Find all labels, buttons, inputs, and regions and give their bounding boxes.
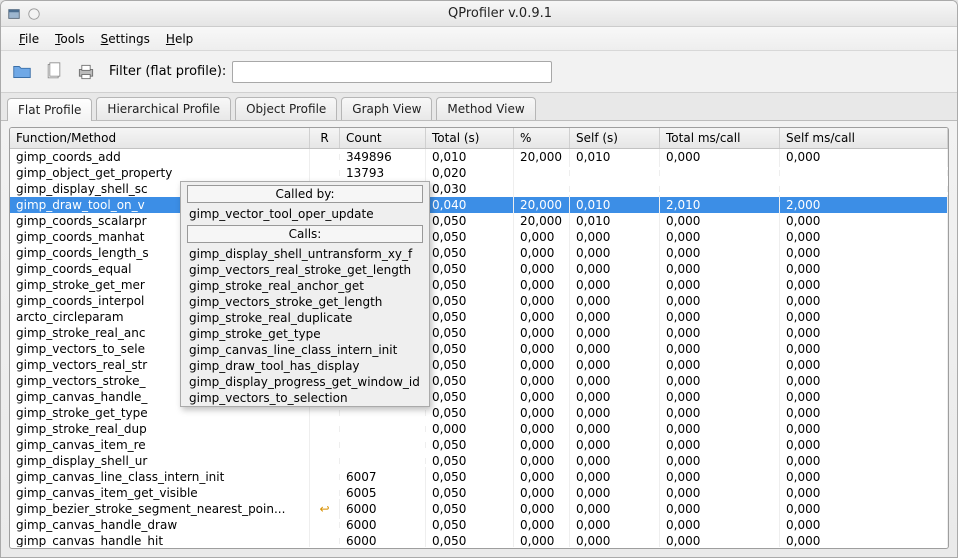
th-count[interactable]: Count bbox=[340, 128, 426, 148]
app-window: QProfiler v.0.9.1 FileToolsSettingsHelp … bbox=[0, 0, 958, 558]
filter-label: Filter (flat profile): bbox=[109, 64, 226, 79]
tab-method-view[interactable]: Method View bbox=[436, 97, 535, 120]
app-icon bbox=[7, 7, 21, 21]
calls-header: Calls: bbox=[187, 225, 423, 243]
tabbar: Flat ProfileHierarchical ProfileObject P… bbox=[1, 93, 957, 121]
window-circle-icon[interactable] bbox=[27, 7, 41, 21]
calls-item[interactable]: gimp_display_progress_get_window_id bbox=[181, 374, 429, 390]
tab-hierarchical-profile[interactable]: Hierarchical Profile bbox=[96, 97, 231, 120]
tab-flat-profile[interactable]: Flat Profile bbox=[7, 98, 92, 121]
toolbar: Filter (flat profile): bbox=[1, 51, 957, 93]
called-by-header: Called by: bbox=[187, 185, 423, 203]
table-row[interactable]: gimp_canvas_handle_hit60000,0500,0000,00… bbox=[10, 533, 948, 547]
th-total[interactable]: Total (s) bbox=[426, 128, 514, 148]
called-by-list: gimp_vector_tool_oper_update bbox=[181, 206, 429, 222]
table: Function/Method R Count Total (s) % Self… bbox=[9, 127, 949, 549]
menu-tools[interactable]: Tools bbox=[47, 29, 93, 49]
recursive-icon: ↩ bbox=[319, 502, 331, 514]
th-pct[interactable]: % bbox=[514, 128, 570, 148]
th-selfms[interactable]: Self ms/call bbox=[780, 128, 948, 148]
menu-settings[interactable]: Settings bbox=[93, 29, 158, 49]
called-by-item[interactable]: gimp_vector_tool_oper_update bbox=[181, 206, 429, 222]
calls-item[interactable]: gimp_vectors_stroke_get_length bbox=[181, 294, 429, 310]
th-self[interactable]: Self (s) bbox=[570, 128, 660, 148]
filter-input[interactable] bbox=[232, 61, 552, 83]
calls-item[interactable]: gimp_display_shell_untransform_xy_f bbox=[181, 246, 429, 262]
calls-list: gimp_display_shell_untransform_xy_fgimp_… bbox=[181, 246, 429, 406]
print-icon[interactable] bbox=[73, 59, 99, 85]
titlebar[interactable]: QProfiler v.0.9.1 bbox=[1, 1, 957, 27]
calls-item[interactable]: gimp_vectors_real_stroke_get_length bbox=[181, 262, 429, 278]
calls-item[interactable]: gimp_stroke_real_duplicate bbox=[181, 310, 429, 326]
open-folder-icon[interactable] bbox=[9, 59, 35, 85]
calls-item[interactable]: gimp_draw_tool_has_display bbox=[181, 358, 429, 374]
tab-object-profile[interactable]: Object Profile bbox=[235, 97, 337, 120]
menu-help[interactable]: Help bbox=[158, 29, 201, 49]
table-header[interactable]: Function/Method R Count Total (s) % Self… bbox=[10, 128, 948, 149]
calls-item[interactable]: gimp_stroke_get_type bbox=[181, 326, 429, 342]
document-icon[interactable] bbox=[41, 59, 67, 85]
table-body[interactable]: gimp_coords_add3498960,01020,0000,0100,0… bbox=[10, 149, 948, 547]
menubar: FileToolsSettingsHelp bbox=[1, 27, 957, 51]
calls-item[interactable]: gimp_canvas_line_class_intern_init bbox=[181, 342, 429, 358]
calls-item[interactable]: gimp_vectors_to_selection bbox=[181, 390, 429, 406]
calls-item[interactable]: gimp_stroke_real_anchor_get bbox=[181, 278, 429, 294]
call-tooltip: Called by: gimp_vector_tool_oper_update … bbox=[180, 181, 430, 407]
th-r[interactable]: R bbox=[310, 128, 340, 148]
menu-file[interactable]: File bbox=[11, 29, 47, 49]
th-function[interactable]: Function/Method bbox=[10, 128, 310, 148]
window-title: QProfiler v.0.9.1 bbox=[49, 6, 951, 21]
th-totalms[interactable]: Total ms/call bbox=[660, 128, 780, 148]
tab-graph-view[interactable]: Graph View bbox=[341, 97, 432, 120]
